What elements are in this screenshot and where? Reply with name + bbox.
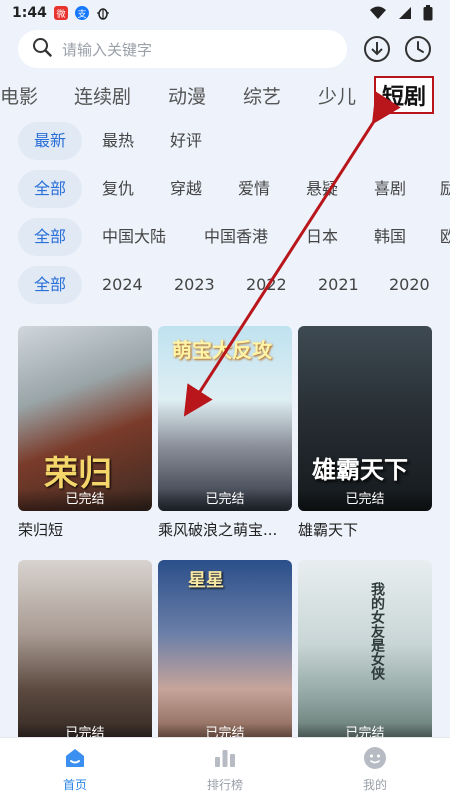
poster-art-text: 萌宝大反攻	[172, 338, 272, 362]
nav-home[interactable]: 首页	[35, 746, 115, 793]
filter-genre-comedy[interactable]: 喜剧	[374, 170, 406, 208]
history-clock-icon[interactable]	[403, 34, 433, 64]
filter-sort-latest[interactable]: 最新	[18, 122, 83, 160]
svg-text:微: 微	[56, 8, 65, 20]
filter-row-sort: 最新 最热 好评	[0, 122, 450, 160]
drama-card[interactable]: 我的女友是女侠 已完结	[298, 560, 432, 753]
filter-genre-time-travel[interactable]: 穿越	[170, 170, 202, 208]
search-row: 请输入关键字	[0, 30, 450, 70]
filter-year-2024[interactable]: 2024	[102, 266, 143, 304]
poster-art-text: 星星	[188, 570, 224, 591]
card-title[interactable]: 乘风破浪之萌宝...	[158, 519, 292, 540]
tab-anime[interactable]: 动漫	[168, 82, 206, 109]
poster-art-text: 荣归	[44, 454, 112, 494]
nav-profile-label: 我的	[362, 778, 387, 792]
search-icon	[32, 37, 52, 61]
bottom-nav: 首页 排行榜 我的	[0, 737, 450, 799]
bug-icon	[95, 5, 111, 21]
nav-ranking[interactable]: 排行榜	[185, 746, 265, 793]
status-badge: 已完结	[18, 489, 152, 511]
filter-year-2022[interactable]: 2022	[246, 266, 287, 304]
nav-profile[interactable]: 我的	[335, 746, 415, 793]
nav-ranking-label: 排行榜	[206, 778, 243, 792]
poster-art-text: 雄霸天下	[312, 455, 408, 484]
filter-genre-romance[interactable]: 爱情	[238, 170, 270, 208]
filter-genre-all[interactable]: 全部	[18, 170, 83, 208]
drama-card[interactable]: 萌宝大反攻 已完结 乘风破浪之萌宝...	[158, 326, 292, 540]
tab-movie[interactable]: 电影	[0, 82, 38, 109]
wifi-icon	[369, 6, 387, 20]
filter-row-genre: 全部 复仇 穿越 爱情 悬疑 喜剧 励	[0, 170, 450, 208]
filter-year-2021[interactable]: 2021	[318, 266, 359, 304]
poster-art-text: 我的女友是女侠	[369, 582, 385, 680]
filter-region-japan[interactable]: 日本	[306, 218, 338, 256]
filter-region-europe[interactable]: 欧	[440, 218, 450, 256]
filter-sort-top-rated[interactable]: 好评	[170, 122, 202, 160]
poster-image[interactable]: 已完结	[18, 560, 152, 745]
category-tabs: 电影 连续剧 动漫 综艺 少儿 短剧	[0, 76, 450, 114]
filter-region-all[interactable]: 全部	[18, 218, 83, 256]
tab-variety[interactable]: 综艺	[243, 82, 281, 109]
filter-year-2023[interactable]: 2023	[174, 266, 215, 304]
tab-series[interactable]: 连续剧	[74, 82, 131, 109]
search-input[interactable]: 请输入关键字	[18, 30, 347, 68]
ranking-icon	[213, 746, 237, 770]
card-title[interactable]: 荣归短	[18, 519, 152, 540]
filter-genre-revenge[interactable]: 复仇	[102, 170, 134, 208]
poster-image[interactable]: 我的女友是女侠 已完结	[298, 560, 432, 745]
drama-card[interactable]: 已完结	[18, 560, 152, 753]
download-icon[interactable]	[362, 34, 392, 64]
signal-icon	[398, 6, 412, 20]
status-badge: 已完结	[158, 489, 292, 511]
filter-region-mainland[interactable]: 中国大陆	[102, 218, 166, 256]
filter-row-year: 全部 2024 2023 2022 2021 2020	[0, 266, 450, 304]
tab-short-drama[interactable]: 短剧	[374, 76, 435, 114]
weibo-icon: 微	[53, 5, 69, 21]
poster-image[interactable]: 雄霸天下 已完结	[298, 326, 432, 511]
filter-region-hongkong[interactable]: 中国香港	[204, 218, 268, 256]
status-badge: 已完结	[298, 489, 432, 511]
filter-genre-inspirational[interactable]: 励	[440, 170, 450, 208]
search-placeholder: 请输入关键字	[62, 40, 153, 59]
profile-icon	[363, 746, 387, 770]
battery-icon	[423, 5, 433, 21]
home-icon	[63, 746, 87, 770]
filter-sort-hottest[interactable]: 最热	[102, 122, 134, 160]
filter-row-region: 全部 中国大陆 中国香港 日本 韩国 欧	[0, 218, 450, 256]
filter-year-all[interactable]: 全部	[18, 266, 83, 304]
svg-text:支: 支	[77, 8, 86, 20]
poster-image[interactable]: 荣归 已完结	[18, 326, 152, 511]
poster-image[interactable]: 萌宝大反攻 已完结	[158, 326, 292, 511]
status-time: 1:44	[12, 5, 47, 21]
filter-region-korea[interactable]: 韩国	[374, 218, 406, 256]
drama-card[interactable]: 星星 已完结	[158, 560, 292, 753]
status-bar: 1:44 微 支	[0, 0, 450, 26]
card-title[interactable]: 雄霸天下	[298, 519, 432, 540]
tab-kids[interactable]: 少儿	[318, 82, 356, 109]
filter-genre-mystery[interactable]: 悬疑	[306, 170, 338, 208]
filter-year-2020[interactable]: 2020	[389, 266, 430, 304]
nav-home-label: 首页	[62, 778, 87, 792]
alipay-icon: 支	[74, 5, 90, 21]
drama-card[interactable]: 荣归 已完结 荣归短	[18, 326, 152, 540]
drama-card[interactable]: 雄霸天下 已完结 雄霸天下	[298, 326, 432, 540]
poster-image[interactable]: 星星 已完结	[158, 560, 292, 745]
